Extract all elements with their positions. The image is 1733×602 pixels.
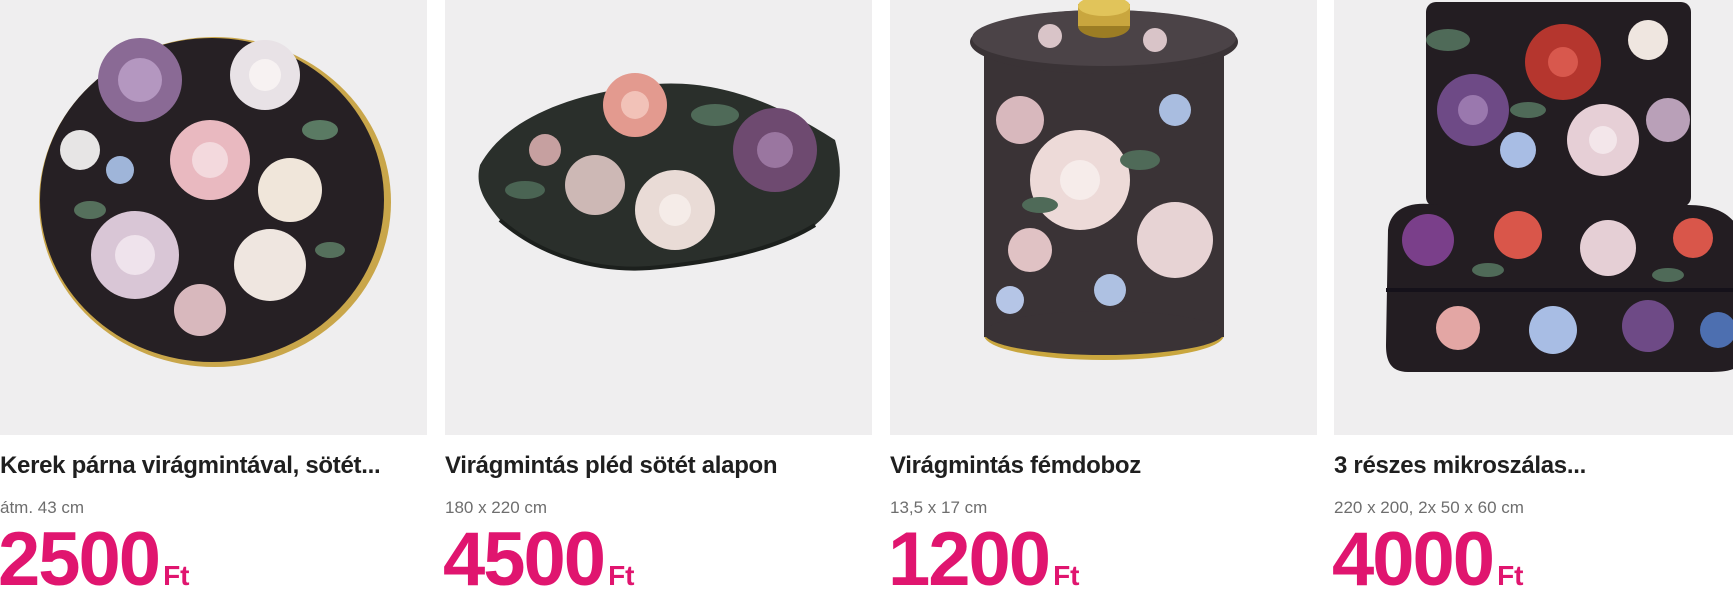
product-price-4: 4000 Ft [1332,522,1524,598]
price-currency-2: Ft [608,560,635,591]
product-size-4: 220 x 200, 2x 50 x 60 cm [1334,498,1524,517]
product-title-2[interactable]: Virágmintás pléd sötét alapon [445,452,872,480]
product-price-3: 1200 Ft [888,522,1080,598]
product-image-3[interactable] [890,0,1317,435]
product-title-1[interactable]: Kerek párna virágmintával, sötét... [0,452,427,480]
product-image-2[interactable] [445,0,872,435]
product-card-3[interactable]: Virágmintás fémdoboz 13,5 x 17 cm 1200 Ft [888,0,1317,598]
product-card-1[interactable]: Kerek párna virágmintával, sötét... átm.… [0,0,427,598]
price-amount-3: 1200 [888,517,1051,602]
product-price-2: 4500 Ft [443,522,635,598]
product-image-1[interactable] [0,0,427,435]
product-card-2[interactable]: Virágmintás pléd sötét alapon 180 x 220 … [443,0,872,598]
product-title-3[interactable]: Virágmintás fémdoboz [890,452,1317,480]
price-amount-1: 2500 [0,517,161,602]
folded-floral-blanket-icon [478,73,840,271]
product-price-1: 2500 Ft [0,522,190,598]
product-card-4[interactable]: 3 részes mikroszálas... 220 x 200, 2x 50… [1332,0,1733,598]
floral-bedding-set-icon [1386,2,1733,372]
product-image-4[interactable] [1334,0,1733,435]
product-size-3: 13,5 x 17 cm [890,498,988,517]
floral-tin-box-icon [970,0,1238,360]
price-amount-4: 4000 [1332,517,1495,602]
product-title-4[interactable]: 3 részes mikroszálas... [1334,452,1733,480]
price-currency-1: Ft [163,560,190,591]
round-floral-pillow-icon [39,37,391,367]
product-size-1: átm. 43 cm [0,498,85,517]
price-amount-2: 4500 [443,517,606,602]
price-currency-3: Ft [1053,560,1080,591]
product-size-2: 180 x 220 cm [445,498,548,517]
price-currency-4: Ft [1497,560,1524,591]
product-grid: Kerek párna virágmintával, sötét... átm.… [0,0,1733,598]
